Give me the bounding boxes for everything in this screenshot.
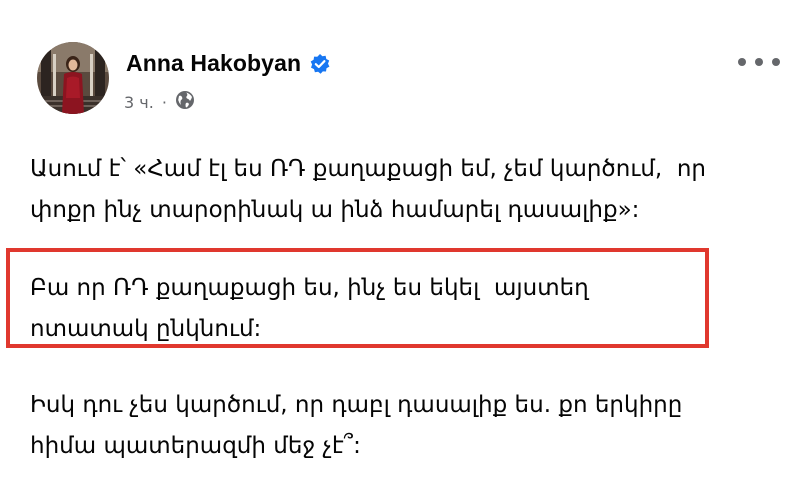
post-paragraph-3: Իսկ դու չես կարծում, որ դաբլ դասալիք ես.… (30, 392, 683, 459)
author-name[interactable]: Anna Hakobyan (126, 50, 301, 77)
dot (772, 58, 780, 66)
avatar-photo (37, 42, 109, 114)
more-options-button[interactable] (738, 52, 780, 72)
author-avatar[interactable] (37, 42, 109, 114)
post-paragraph-1: Ասում է՝ «Համ էլ ես ՌԴ քաղաքացի եմ, չեմ … (30, 156, 706, 223)
dot (738, 58, 746, 66)
author-header: Anna Hakobyan (126, 50, 331, 77)
post-meta: 3 ч. · (124, 90, 195, 114)
facebook-post: Anna Hakobyan 3 ч. · Ասում է՝ «Համ էլ ես… (0, 0, 800, 479)
globe-icon[interactable] (175, 90, 195, 114)
post-paragraph-2: Բա որ ՌԴ քաղաքացի ես, ինչ ես եկել այստեղ… (30, 275, 589, 342)
post-timestamp[interactable]: 3 ч. (124, 93, 154, 112)
dot (755, 58, 763, 66)
meta-separator: · (161, 92, 167, 112)
verified-badge-icon (309, 53, 331, 75)
